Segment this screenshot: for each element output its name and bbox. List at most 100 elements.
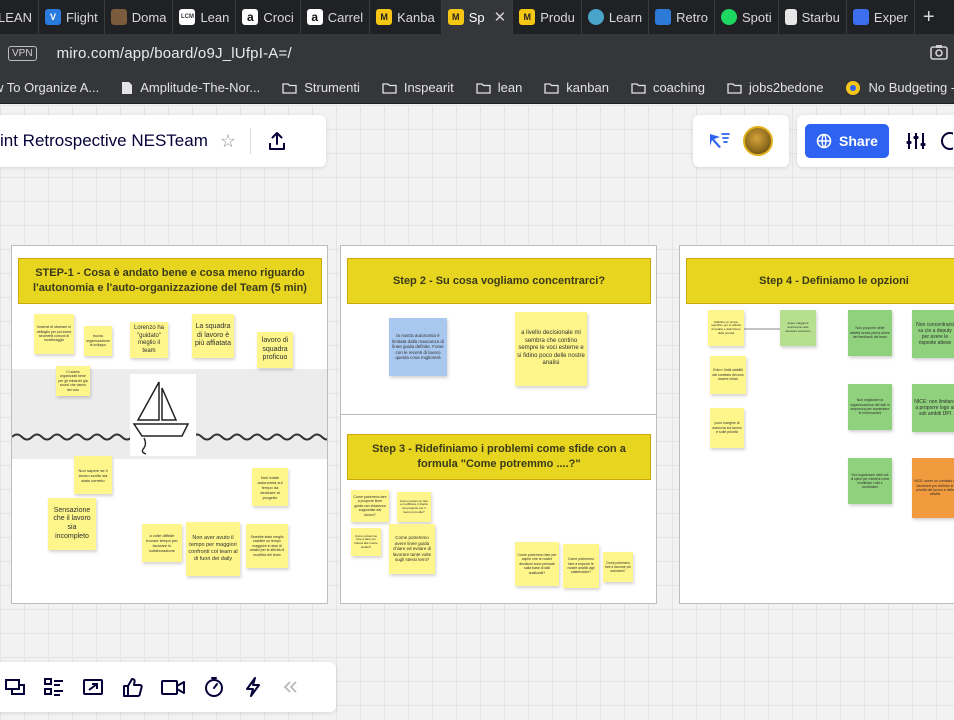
miro-tab-icon: M — [447, 9, 464, 25]
bookmark-folder[interactable]: Strumenti — [282, 80, 360, 95]
sticky-note[interactable]: Lorenzo ha "guidato" meglio il team — [130, 322, 168, 358]
sticky-note[interactable]: la nostra autonomia è limitata dalla man… — [389, 318, 447, 376]
browser-tab[interactable]: Spoti — [715, 0, 779, 34]
sticky-note[interactable]: Non aver avuto il tempo per maggiori con… — [186, 522, 240, 576]
browser-tab[interactable]: Exper — [847, 0, 915, 34]
browser-tab-active[interactable]: M Sp ✕ — [441, 0, 514, 34]
sticky-note[interactable]: Non organizzare delle call di sprint per… — [848, 458, 892, 504]
sticky-note[interactable]: Come potremmo fare per capire che le nos… — [515, 542, 559, 586]
video-icon[interactable] — [160, 676, 186, 698]
sticky-note[interactable]: Come potremmo fare a modificare il ritar… — [397, 492, 431, 522]
browser-tab[interactable]: LEAN — [0, 0, 39, 34]
sticky-note[interactable]: Come potremmo avere linee guida chiare e… — [389, 524, 435, 574]
bookmark-folder[interactable]: lean — [476, 80, 522, 95]
bookmark-folder[interactable]: coaching — [631, 80, 705, 95]
sticky-note[interactable]: Insieme di sbarrare in dettaglio per poi… — [34, 314, 74, 354]
tab-label: LEAN — [0, 9, 32, 25]
tab-label: Doma — [131, 9, 167, 25]
sticky-note[interactable]: Stabilire un tempo specifico per le atti… — [708, 310, 744, 346]
reactions-icon[interactable] — [707, 131, 731, 151]
sticky-note[interactable]: NICE: avere un comitato di decisione per… — [912, 458, 954, 518]
browser-tab-strip: LEAN V Flight Doma LCM Lean a Croci a Ca… — [0, 0, 954, 34]
list-icon[interactable] — [43, 676, 65, 698]
bookmark-folder[interactable]: Inspearit — [382, 80, 454, 95]
bookmark-folder[interactable]: kanban — [544, 80, 609, 95]
share-button[interactable]: Share — [805, 124, 889, 158]
sticky-note[interactable]: Non sapere se il lavoro svolto sia stato… — [74, 456, 112, 494]
bookmark-item[interactable]: No Budgeting - Per... — [845, 80, 954, 96]
board-title-bar: int Retrospective NESTeam ☆ — [0, 115, 326, 167]
bookmark-label: coaching — [652, 80, 705, 95]
frame-step-2-3[interactable]: Step 2 - Su cosa vogliamo concentrarci? … — [340, 245, 657, 604]
lightning-icon[interactable] — [242, 676, 264, 698]
browser-tab[interactable]: Doma — [105, 0, 174, 34]
sticky-note[interactable]: NICE: non limitarci a proporre logo ai s… — [912, 384, 954, 432]
tab-label: Produ — [540, 9, 575, 25]
bookmark-label: w To Organize A... — [0, 80, 100, 95]
export-icon[interactable] — [267, 131, 287, 151]
sticky-note[interactable]: Come potremmo fare a esporre le nostre a… — [563, 544, 599, 588]
bookmark-item[interactable]: w To Organize A... — [0, 80, 99, 95]
bookmark-item[interactable]: Amplitude-The-Nor... — [121, 80, 260, 95]
sticky-note[interactable]: Sensazione che il lavoro sia incompleto — [48, 498, 96, 550]
sticky-note[interactable]: Sarebbe stato meglio stabilire un tempo … — [246, 524, 288, 568]
frame-step-1[interactable]: STEP-1 - Cosa è andato bene e cosa meno … — [11, 245, 328, 604]
frame-step-4[interactable]: Step 4 - Definiamo le opzioni Stabilire … — [679, 245, 954, 604]
page-tab-icon — [784, 9, 797, 25]
more-icon[interactable] — [939, 130, 953, 152]
sticky-note[interactable]: Come potremmo fare a dare più fiducia al… — [351, 528, 381, 556]
screen-share-icon[interactable] — [82, 676, 104, 698]
miro-board-canvas[interactable]: int Retrospective NESTeam ☆ Share STEP-1… — [0, 105, 954, 720]
browser-tab[interactable]: Learn — [582, 0, 650, 34]
browser-tab[interactable]: V Flight — [39, 0, 105, 34]
avatar[interactable] — [743, 126, 773, 156]
vpn-badge[interactable]: VPN — [8, 45, 37, 61]
camera-icon[interactable] — [930, 44, 948, 65]
url-field[interactable]: miro.com/app/board/o9J_lUfpI-A=/ — [57, 45, 292, 62]
sticky-note[interactable]: Avere maggiore autonomia nelle decisioni… — [780, 310, 816, 346]
bookmark-folder[interactable]: jobs2bedone — [727, 80, 823, 95]
sticky-note[interactable]: Entro i limiti stabiliti dal contesto de… — [710, 356, 746, 394]
tab-label: Flight — [65, 9, 98, 25]
browser-tab[interactable]: a Carrel — [301, 0, 371, 34]
sticky-note[interactable]: Come potremmo fare a proporre linee guid… — [351, 490, 389, 522]
sticky-note[interactable]: lavoro di squadra proficuo — [257, 332, 293, 368]
sticky-note[interactable]: a livello decisionale mi sembra che cont… — [515, 312, 587, 386]
sticky-note[interactable]: La squadra di lavoro è più affiatata — [192, 314, 234, 358]
browser-tab[interactable]: LCM Lean — [173, 0, 237, 34]
bookmark-label: Inspearit — [403, 80, 454, 95]
frames-icon[interactable] — [4, 676, 26, 698]
learn-tab-icon — [587, 9, 604, 25]
tab-label: Spoti — [741, 9, 772, 25]
browser-tab[interactable]: Retro — [649, 0, 715, 34]
new-tab-button[interactable]: + — [915, 6, 943, 29]
sticky-note[interactable]: a volte difficile trovare tempo per lavo… — [142, 524, 182, 562]
tab-label: Sp — [468, 9, 485, 25]
tab-label: Lean — [200, 9, 230, 25]
browser-tab[interactable]: M Produ — [513, 0, 582, 34]
close-tab-icon[interactable]: ✕ — [494, 8, 507, 26]
collapse-icon[interactable] — [281, 678, 299, 696]
star-icon[interactable]: ☆ — [220, 131, 236, 152]
folder-icon — [631, 82, 646, 94]
sticky-note[interactable]: poco margine di manovra sul lavoro e sul… — [710, 408, 744, 448]
sticky-note[interactable]: Non migliorare la organizzazione dei dat… — [848, 384, 892, 430]
thumbs-up-icon[interactable] — [121, 676, 143, 698]
board-title[interactable]: int Retrospective NESTeam — [0, 131, 208, 151]
sticky-note[interactable]: Come potremmo fare a lavorare più autono… — [603, 552, 633, 582]
timer-icon[interactable] — [203, 676, 225, 698]
share-label: Share — [839, 133, 878, 149]
sticky-note[interactable]: Non proporre delle attività senza prima … — [848, 310, 892, 356]
sticky-note[interactable]: Ci siamo organizzati bene per gli imbarc… — [56, 366, 90, 396]
browser-tab[interactable]: a Croci — [236, 0, 301, 34]
bottom-toolbar — [0, 662, 336, 712]
browser-tab[interactable]: M Kanba — [370, 0, 442, 34]
sticky-note[interactable]: Non totale autonomia sul tempo da dedica… — [252, 468, 288, 506]
settings-sliders-icon[interactable] — [905, 131, 927, 151]
miro-tab-icon: M — [376, 9, 393, 25]
frame-divider — [341, 414, 656, 415]
frame-header: STEP-1 - Cosa è andato bene e cosa meno … — [18, 258, 322, 304]
browser-tab[interactable]: Starbu — [779, 0, 847, 34]
sticky-note[interactable]: buona organizzazione di sviluppo — [84, 326, 112, 356]
sticky-note[interactable]: Non concentrarsi su cio a deputy per ave… — [912, 310, 954, 358]
